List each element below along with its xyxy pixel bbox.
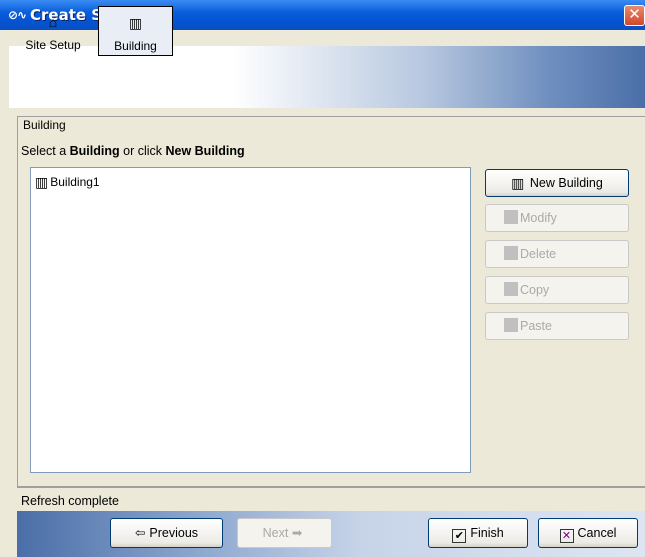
delete-label: Delete [520, 247, 557, 261]
toolbar-building[interactable]: ▥ Building [98, 6, 173, 56]
next-label: Next [262, 526, 289, 540]
toolbar-site-setup-label: Site Setup [25, 38, 81, 52]
next-button[interactable]: Next ➡ [237, 518, 332, 548]
finish-button[interactable]: ✔ Finish [428, 518, 528, 548]
building-list[interactable]: ▥ Building1 [30, 167, 471, 473]
copy-label: Copy [520, 283, 550, 297]
modify-label: Modify [520, 211, 557, 225]
create-site-dialog: ⊘∿ Create Site ✕ ⌂ Site Setup ▥ Building… [0, 0, 645, 557]
building-icon: ▥ [35, 174, 49, 190]
site-setup-icon: ⌂ [48, 14, 58, 30]
close-icon: ✕ [628, 6, 641, 23]
previous-button[interactable]: ⇦ Previous [110, 518, 223, 548]
x-box-icon: ✕ [559, 529, 574, 543]
panel-legend: Building [21, 118, 68, 132]
cancel-label: Cancel [577, 526, 617, 540]
title-bar[interactable]: ⊘∿ Create Site ✕ [0, 0, 645, 30]
copy-icon [504, 282, 518, 296]
copy-button[interactable]: Copy [485, 276, 629, 304]
arrow-left-icon: ⇦ [134, 526, 146, 540]
building-icon: ▥ [511, 175, 525, 191]
toolbar-building-label: Building [114, 39, 157, 53]
prompt-text-2: or click [119, 144, 166, 158]
list-item-label: Building1 [50, 175, 100, 189]
paste-label: Paste [520, 319, 552, 333]
instruction-text: Select a Building or click New Building [21, 144, 245, 158]
toolbar-site-setup[interactable]: ⌂ Site Setup [12, 6, 94, 56]
new-building-label: New Building [529, 176, 603, 190]
paste-icon [504, 318, 518, 332]
prompt-bold-1: Building [69, 144, 120, 158]
paste-button[interactable]: Paste [485, 312, 629, 340]
check-icon: ✔ [452, 529, 467, 543]
status-text: Refresh complete [21, 494, 119, 508]
delete-button[interactable]: Delete [485, 240, 629, 268]
list-item[interactable]: ▥ Building1 [35, 174, 100, 191]
finish-label: Finish [470, 526, 504, 540]
arrow-right-icon: ➡ [291, 526, 303, 540]
previous-label: Previous [149, 526, 199, 540]
delete-icon [504, 246, 518, 260]
close-button[interactable]: ✕ [624, 5, 645, 26]
building-icon: ▥ [128, 15, 143, 31]
cancel-button[interactable]: ✕ Cancel [538, 518, 638, 548]
prompt-text-1: Select a [21, 144, 70, 158]
modify-icon [504, 210, 518, 224]
modify-button[interactable]: Modify [485, 204, 629, 232]
new-building-button[interactable]: ▥ New Building [485, 169, 629, 197]
prompt-bold-2: New Building [165, 144, 245, 158]
